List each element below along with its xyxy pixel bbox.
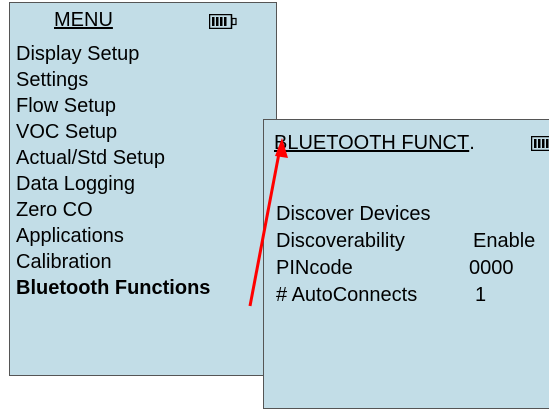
menu-item-actual-std-setup[interactable]: Actual/Std Setup xyxy=(16,145,210,171)
menu-item-voc-setup[interactable]: VOC Setup xyxy=(16,119,210,145)
battery-icon xyxy=(531,136,549,151)
bt-row-label: PINcode xyxy=(276,257,353,279)
menu-item-calibration[interactable]: Calibration xyxy=(16,249,210,275)
bluetooth-screen-title: BLUETOOTH FUNCT. xyxy=(274,132,475,155)
battery-icon xyxy=(209,14,237,29)
menu-item-display-setup[interactable]: Display Setup xyxy=(16,41,210,67)
menu-item-flow-setup[interactable]: Flow Setup xyxy=(16,93,210,119)
bt-row-discoverability[interactable]: Discoverability Enable xyxy=(276,230,405,253)
bt-row-autoconnects[interactable]: # AutoConnects 1 xyxy=(276,284,417,307)
bt-row-label: # AutoConnects xyxy=(276,284,417,306)
menu-screen: MENU Display Setup Settings Flow Setup V… xyxy=(9,2,277,376)
bt-row-value: 0000 xyxy=(469,257,514,280)
bt-row-label: Discover Devices xyxy=(276,203,430,225)
bt-row-label: Discoverability xyxy=(276,230,405,252)
menu-item-data-logging[interactable]: Data Logging xyxy=(16,171,210,197)
menu-item-applications[interactable]: Applications xyxy=(16,223,210,249)
menu-item-settings[interactable]: Settings xyxy=(16,67,210,93)
menu-item-zero-co[interactable]: Zero CO xyxy=(16,197,210,223)
bluetooth-functions-screen: BLUETOOTH FUNCT. Discover Devices Discov… xyxy=(263,119,549,409)
bt-row-discover-devices[interactable]: Discover Devices xyxy=(276,203,430,226)
bt-row-pincode[interactable]: PINcode 0000 xyxy=(276,257,353,280)
menu-title: MENU xyxy=(54,9,113,32)
menu-item-bluetooth-functions[interactable]: Bluetooth Functions xyxy=(16,275,210,301)
menu-list: Display Setup Settings Flow Setup VOC Se… xyxy=(16,41,210,301)
bluetooth-screen-title-suffix: . xyxy=(469,132,475,155)
bluetooth-screen-title-text: BLUETOOTH FUNCT xyxy=(274,132,469,154)
bt-row-value: 1 xyxy=(475,284,486,307)
bt-row-value: Enable xyxy=(473,230,535,253)
